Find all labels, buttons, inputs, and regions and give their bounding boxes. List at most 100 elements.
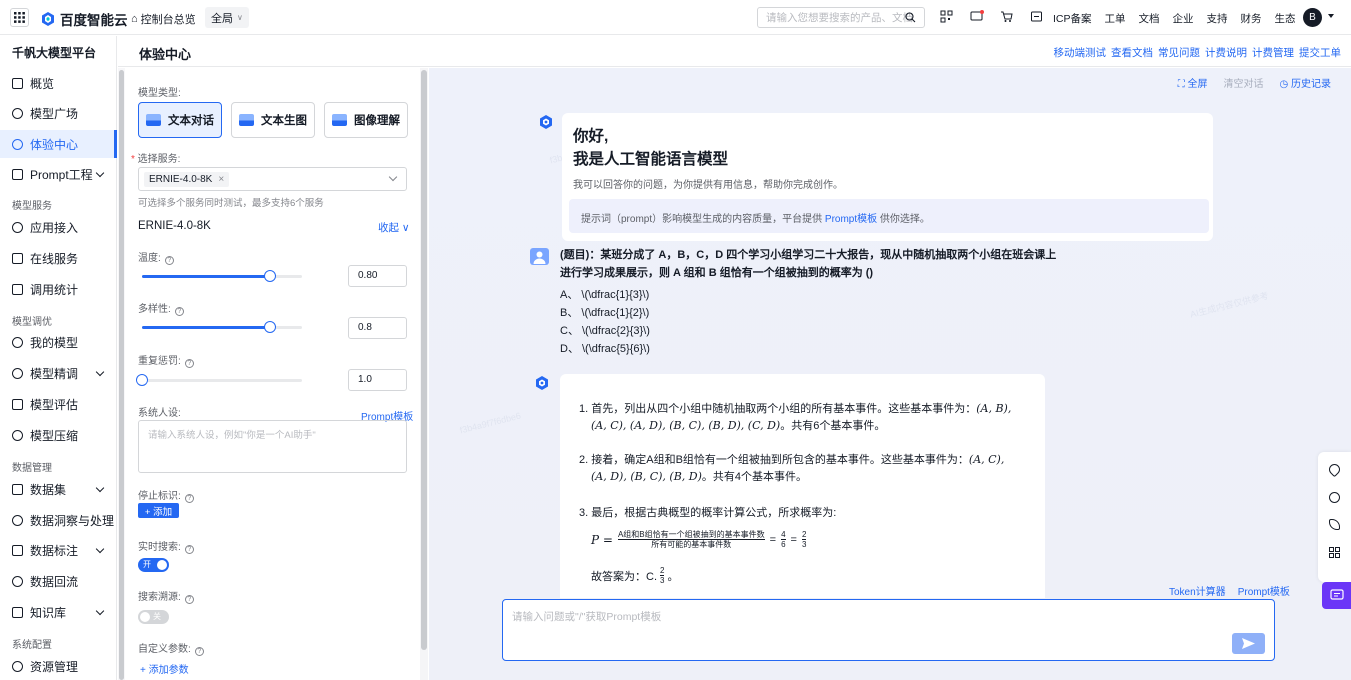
region-select[interactable]: 全局 ∨	[205, 7, 249, 28]
sidebar-item-prompt[interactable]: Prompt工程	[0, 160, 117, 188]
diversity-slider[interactable]	[142, 321, 302, 333]
sidebar-item-call-stats[interactable]: 调用统计	[0, 275, 117, 303]
temperature-input[interactable]: 0.80	[348, 265, 407, 287]
icp-link[interactable]: ICP备案	[1053, 11, 1092, 26]
global-search-input[interactable]: 请输入您想要搜索的产品、文档	[757, 7, 925, 28]
help-icon[interactable]: ?	[194, 647, 204, 656]
system-persona-input[interactable]: 请输入系统人设，例如"你是一个AI助手"	[138, 420, 407, 473]
slider-knob[interactable]	[264, 321, 276, 333]
question-line-1: (题目)：某班分成了 A，B，C，D 四个学习小组学习二十大报告，现从中随机抽取…	[560, 249, 1057, 261]
history-button[interactable]: ◷ 历史记录	[1279, 75, 1331, 90]
top-navbar: 百度智能云 ⌂ 控制台总览 全局 ∨ 请输入您想要搜索的产品、文档 ICP备案 …	[0, 0, 1351, 35]
temperature-slider[interactable]	[142, 270, 302, 282]
help-icon[interactable]: ?	[184, 494, 194, 503]
answer-bubble: 1. 首先，列出从四个小组中随机抽取两个小组的所有基本事件。这些基本事件为：(A…	[560, 374, 1045, 598]
help-icon[interactable]	[1329, 492, 1340, 503]
chat-input[interactable]: 请输入问题或"/"获取Prompt模板	[502, 599, 1275, 661]
type-text-chat-button[interactable]: 文本对话	[138, 102, 222, 138]
help-icon[interactable]: ?	[184, 545, 194, 554]
invoice-icon[interactable]	[1030, 10, 1044, 24]
collapse-toggle[interactable]: 收起 ∨	[378, 220, 410, 235]
toggle-state: 关	[153, 612, 161, 621]
message-icon[interactable]	[970, 10, 984, 24]
penalty-input[interactable]: 1.0	[348, 369, 407, 391]
ecosystem-link[interactable]: 生态	[1275, 11, 1296, 26]
finance-link[interactable]: 财务	[1241, 11, 1262, 26]
type-image-understanding-button[interactable]: 图像理解	[324, 102, 408, 138]
prompt-template-link[interactable]: Prompt模板	[825, 214, 877, 225]
help-icon[interactable]: ?	[184, 359, 194, 368]
app-grid-icon[interactable]	[10, 8, 29, 27]
location-icon[interactable]	[1326, 461, 1343, 478]
submit-ticket-link[interactable]: 提交工单	[1299, 45, 1341, 60]
question-option-a: A、 \(\dfrac{1}{3}\)	[560, 289, 650, 301]
prompt-template-link[interactable]: Prompt模板	[1238, 583, 1290, 598]
diversity-input[interactable]: 0.8	[348, 317, 407, 339]
type-label: 文本对话	[168, 115, 214, 127]
type-text-to-image-button[interactable]: 文本生图	[231, 102, 315, 138]
realtime-search-toggle[interactable]: 开	[138, 558, 169, 572]
sidebar-item-data-insight[interactable]: 数据洞察与处理	[0, 506, 117, 534]
chat-input-placeholder: 请输入问题或"/"获取Prompt模板	[512, 611, 662, 623]
billing-manage-link[interactable]: 计费管理	[1252, 45, 1294, 60]
online-service-icon	[12, 252, 23, 264]
sidebar-item-resource-management[interactable]: 资源管理	[0, 652, 117, 680]
console-home-link[interactable]: ⌂ 控制台总览	[131, 11, 196, 27]
close-icon[interactable]: ×	[218, 174, 224, 185]
mobile-test-link[interactable]: 移动端测试	[1054, 45, 1107, 60]
docs-link[interactable]: 文档	[1139, 11, 1160, 26]
ticket-link[interactable]: 工单	[1105, 11, 1126, 26]
apps-icon[interactable]	[1329, 547, 1340, 558]
search-placeholder: 请输入您想要搜索的产品、文档	[766, 12, 913, 24]
chat-support-button[interactable]	[1322, 582, 1351, 609]
sidebar-item-compress[interactable]: 模型压缩	[0, 421, 117, 449]
sidebar-item-fine-tune[interactable]: 模型精调	[0, 359, 117, 387]
billing-info-link[interactable]: 计费说明	[1205, 45, 1247, 60]
custom-params-text: 自定义参数:	[138, 644, 191, 655]
enterprise-link[interactable]: 企业	[1173, 11, 1194, 26]
fraction: A组和B组恰有一个组被抽到的基本事件数 所有可能的基本事件数	[617, 530, 765, 549]
add-stop-token-button[interactable]: + 添加	[138, 503, 179, 518]
view-docs-link[interactable]: 查看文档	[1111, 45, 1153, 60]
account-menu-caret-icon[interactable]	[1328, 14, 1334, 18]
sidebar-item-model-square[interactable]: 模型广场	[0, 99, 117, 127]
support-link[interactable]: 支持	[1207, 11, 1228, 26]
settings-scrollbar[interactable]	[420, 68, 428, 680]
sidebar-item-knowledge-base[interactable]: 知识库	[0, 598, 117, 626]
clear-chat-button[interactable]: 清空对话	[1223, 75, 1263, 90]
sidebar-item-evaluate[interactable]: 模型评估	[0, 390, 117, 418]
sidebar-item-experience-center[interactable]: 体验中心	[0, 130, 117, 158]
brand-logo[interactable]: 百度智能云	[40, 9, 128, 29]
search-icon[interactable]	[905, 12, 916, 23]
slider-knob[interactable]	[136, 374, 148, 386]
token-calculator-link[interactable]: Token计算器	[1169, 583, 1226, 598]
sidebar-item-overview[interactable]: 概览	[0, 69, 117, 97]
chevron-down-icon	[95, 606, 105, 616]
avatar[interactable]: B	[1303, 8, 1322, 27]
penalty-slider[interactable]	[136, 374, 302, 386]
answer-text: 。共有4个基本事件。	[701, 471, 808, 483]
sidebar-item-online-service[interactable]: 在线服务	[0, 244, 117, 272]
add-param-button[interactable]: + 添加参数	[140, 661, 189, 676]
sidebar-item-datasets[interactable]: 数据集	[0, 475, 117, 503]
help-icon[interactable]: ?	[174, 307, 184, 316]
final-answer: 故答案为：C. 23 。	[591, 566, 678, 585]
help-icon[interactable]: ?	[164, 256, 174, 265]
fullscreen-button[interactable]: ⛶ 全屏	[1178, 75, 1208, 90]
sidebar-scrollbar[interactable]	[118, 68, 125, 680]
evaluate-icon	[12, 398, 23, 410]
sidebar-item-data-annotation[interactable]: 数据标注	[0, 536, 117, 564]
data-insight-icon	[12, 514, 23, 526]
slider-knob[interactable]	[264, 270, 276, 282]
service-select[interactable]: ERNIE-4.0-8K ×	[138, 167, 407, 191]
sidebar-item-app-access[interactable]: 应用接入	[0, 213, 117, 241]
cart-icon[interactable]	[1000, 10, 1014, 24]
search-trace-toggle[interactable]: 关	[138, 610, 169, 624]
send-button[interactable]	[1232, 633, 1265, 654]
sidebar-item-data-reflow[interactable]: 数据回流	[0, 567, 117, 595]
faq-link[interactable]: 常见问题	[1158, 45, 1200, 60]
help-icon[interactable]: ?	[184, 595, 194, 604]
phone-icon[interactable]	[1329, 519, 1340, 530]
sidebar-item-my-models[interactable]: 我的模型	[0, 328, 117, 356]
qrcode-icon[interactable]	[940, 10, 954, 24]
